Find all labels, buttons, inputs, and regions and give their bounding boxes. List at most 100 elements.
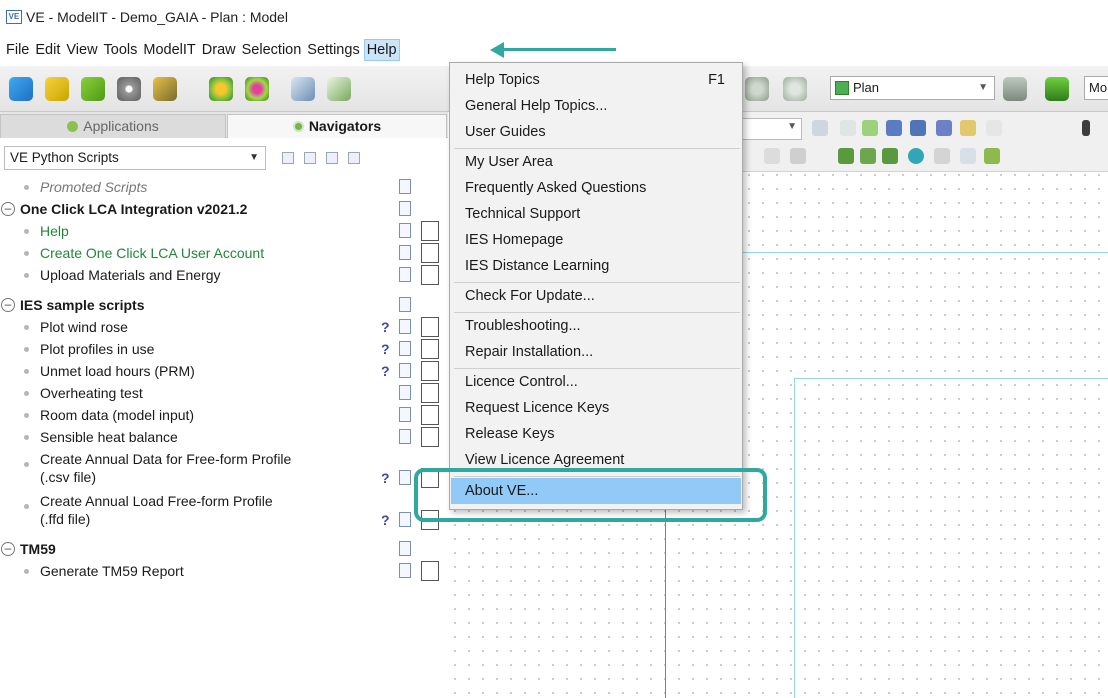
disabled-tool-icon[interactable]: [986, 120, 1002, 136]
script-checkbox[interactable]: [421, 361, 439, 381]
script-row[interactable]: Plot profiles in use ?: [0, 338, 448, 360]
script-row[interactable]: Create Annual Data for Free-form Profile…: [0, 448, 448, 488]
height-icon[interactable]: [960, 120, 976, 136]
duplicate-icon[interactable]: [960, 148, 976, 164]
snap-icon[interactable]: [812, 120, 828, 136]
room-icon[interactable]: [882, 148, 898, 164]
settings-gear-icon[interactable]: [206, 74, 236, 104]
component-diamond-icon[interactable]: [984, 148, 1000, 164]
collapse-icon[interactable]: –: [1, 542, 15, 556]
building-view-icon[interactable]: [288, 74, 318, 104]
view-mode-select[interactable]: Plan ▼: [830, 76, 995, 100]
script-row[interactable]: Room data (model input): [0, 404, 448, 426]
menu-item-release-keys[interactable]: Release Keys: [451, 421, 741, 447]
script-checkbox[interactable]: [421, 317, 439, 337]
filter-combo[interactable]: ▼: [742, 118, 802, 140]
menu-modelit[interactable]: ModelIT: [141, 39, 197, 61]
room-icon[interactable]: [860, 148, 876, 164]
script-row[interactable]: Plot wind rose ?: [0, 316, 448, 338]
level-up-icon[interactable]: [1042, 74, 1072, 104]
group-row[interactable]: – One Click LCA Integration v2021.2: [0, 198, 448, 220]
open-project-icon[interactable]: [78, 74, 108, 104]
menu-settings[interactable]: Settings: [305, 39, 361, 61]
menu-item-request-licence-keys[interactable]: Request Licence Keys: [451, 395, 741, 421]
script-checkbox[interactable]: [421, 265, 439, 285]
doc-icon[interactable]: [399, 512, 411, 527]
pointer-icon[interactable]: [1082, 120, 1090, 136]
menu-item-user-guides[interactable]: User Guides: [451, 119, 741, 145]
wall-icon[interactable]: [886, 120, 902, 136]
script-category-select[interactable]: VE Python Scripts ▼: [4, 146, 266, 170]
menu-item-my-user-area[interactable]: My User Area: [451, 149, 741, 175]
add-point-icon[interactable]: [936, 120, 952, 136]
doc-icon[interactable]: [399, 407, 411, 422]
script-row[interactable]: Help: [0, 220, 448, 242]
menu-item-ies-homepage[interactable]: IES Homepage: [451, 227, 741, 253]
spreadsheet-icon[interactable]: [324, 74, 354, 104]
menu-file[interactable]: File: [4, 39, 31, 61]
doc-icon[interactable]: [399, 563, 411, 578]
rotate-view-icon[interactable]: [742, 74, 772, 104]
doc-icon[interactable]: [399, 429, 411, 444]
script-row[interactable]: Create Annual Load Free-form Profile (.ff…: [0, 490, 448, 530]
grid-green-icon[interactable]: [862, 120, 878, 136]
script-checkbox[interactable]: [421, 405, 439, 425]
script-checkbox[interactable]: [421, 383, 439, 403]
help-question-icon[interactable]: ?: [381, 468, 390, 488]
menu-draw[interactable]: Draw: [200, 39, 238, 61]
model-mode-select[interactable]: Mo: [1084, 76, 1108, 100]
menu-item-technical-support[interactable]: Technical Support: [451, 201, 741, 227]
menu-edit[interactable]: Edit: [33, 39, 62, 61]
menu-view[interactable]: View: [64, 39, 99, 61]
collapse-icon[interactable]: –: [1, 298, 15, 312]
script-row[interactable]: Unmet load hours (PRM) ?: [0, 360, 448, 382]
menu-item-ies-distance-learning[interactable]: IES Distance Learning: [451, 253, 741, 279]
menu-item-help-topics[interactable]: Help Topics F1: [451, 67, 741, 93]
folder-tools-icon[interactable]: [150, 74, 180, 104]
remove-script-icon[interactable]: [348, 152, 360, 164]
help-question-icon[interactable]: ?: [381, 510, 390, 530]
open-folder-icon[interactable]: [42, 74, 72, 104]
menu-item-check-for-update[interactable]: Check For Update...: [451, 283, 741, 309]
doc-icon[interactable]: [399, 179, 411, 194]
doc-icon[interactable]: [399, 297, 411, 312]
script-checkbox[interactable]: [421, 561, 439, 581]
save-disk-icon[interactable]: [114, 74, 144, 104]
room-gray-icon[interactable]: [934, 148, 950, 164]
promoted-scripts-row[interactable]: Promoted Scripts: [0, 176, 448, 198]
level-down-icon[interactable]: [1000, 74, 1030, 104]
doc-icon[interactable]: [399, 245, 411, 260]
doc-icon[interactable]: [399, 223, 411, 238]
menu-item-licence-control[interactable]: Licence Control...: [451, 369, 741, 395]
help-question-icon[interactable]: ?: [381, 360, 390, 382]
print-icon[interactable]: [282, 152, 294, 164]
doc-icon[interactable]: [399, 341, 411, 356]
doc-icon[interactable]: [399, 363, 411, 378]
help-question-icon[interactable]: ?: [381, 338, 390, 360]
grid-icon[interactable]: [840, 120, 856, 136]
script-row[interactable]: Sensible heat balance: [0, 426, 448, 448]
script-checkbox[interactable]: [421, 427, 439, 447]
doc-icon[interactable]: [399, 319, 411, 334]
location-pin-icon[interactable]: [908, 148, 924, 164]
menu-item-general-help-topics[interactable]: General Help Topics...: [451, 93, 741, 119]
help-question-icon[interactable]: ?: [381, 316, 390, 338]
script-checkbox[interactable]: [421, 243, 439, 263]
group-row[interactable]: – IES sample scripts: [0, 294, 448, 316]
tab-navigators[interactable]: Navigators: [227, 114, 447, 138]
menu-selection[interactable]: Selection: [240, 39, 304, 61]
menu-item-troubleshooting[interactable]: Troubleshooting...: [451, 313, 741, 339]
layer-icon[interactable]: [764, 148, 780, 164]
menu-item-repair-installation[interactable]: Repair Installation...: [451, 339, 741, 365]
doc-icon[interactable]: [399, 201, 411, 216]
tab-applications[interactable]: Applications: [0, 114, 226, 138]
room-icon[interactable]: [838, 148, 854, 164]
doc-icon[interactable]: [399, 541, 411, 556]
script-checkbox[interactable]: [421, 221, 439, 241]
script-row[interactable]: Overheating test: [0, 382, 448, 404]
menu-help[interactable]: Help: [363, 39, 400, 61]
doc-icon[interactable]: [399, 385, 411, 400]
doc-icon[interactable]: [399, 470, 411, 485]
orbit-view-icon[interactable]: [780, 74, 810, 104]
group-row[interactable]: – TM59: [0, 538, 448, 560]
